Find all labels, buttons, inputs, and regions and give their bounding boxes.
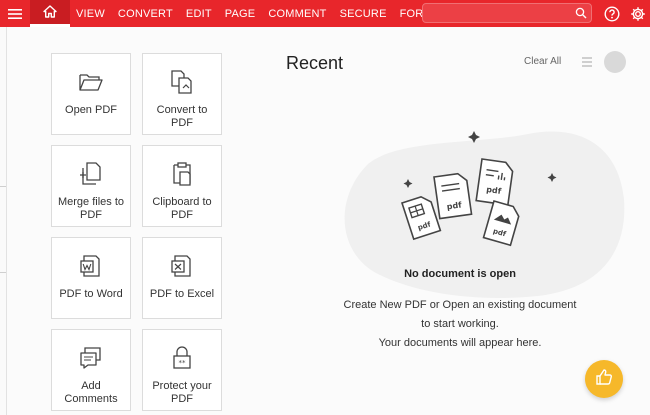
menu-view[interactable]: VIEW: [76, 8, 105, 20]
search-box[interactable]: [422, 3, 592, 23]
svg-text:**: **: [179, 359, 187, 367]
left-edge-panel: [0, 27, 7, 415]
avatar[interactable]: [604, 51, 626, 73]
menu-edit[interactable]: EDIT: [186, 8, 212, 20]
home-tab[interactable]: [30, 0, 70, 27]
empty-state-text: Your documents will appear here.: [378, 337, 542, 349]
pdf-file-icon: pdf: [400, 195, 442, 241]
menu-convert[interactable]: CONVERT: [118, 8, 173, 20]
pdf-to-word-tile[interactable]: PDF to Word: [51, 237, 131, 319]
pdf-file-icon: pdf: [482, 200, 520, 247]
empty-state-title: No document is open: [404, 268, 516, 280]
tile-label: Open PDF: [65, 104, 117, 116]
tile-label: Clipboard to PDF: [152, 196, 212, 221]
clear-all-button[interactable]: Clear All: [524, 56, 561, 67]
home-icon: [43, 4, 57, 23]
merge-files-tile[interactable]: Merge files to PDF: [51, 145, 131, 227]
gear-icon[interactable]: [627, 4, 649, 24]
divider: [0, 272, 6, 273]
convert-icon: [169, 68, 195, 96]
merge-icon: [78, 160, 104, 188]
comment-icon: [78, 344, 104, 372]
pdf-to-excel-tile[interactable]: PDF to Excel: [142, 237, 222, 319]
documents-illustration: pdf pdf pdf pdf: [400, 131, 557, 247]
empty-state-text: to start working.: [421, 318, 499, 330]
sparkle-icon: [547, 173, 557, 182]
feedback-button[interactable]: [585, 360, 623, 398]
open-folder-icon: [78, 68, 104, 96]
recent-title: Recent: [286, 53, 344, 73]
hamburger-icon[interactable]: [2, 0, 28, 27]
lock-icon: **: [169, 344, 195, 372]
excel-icon: [169, 252, 195, 280]
main-menu: VIEW CONVERT EDIT PAGE COMMENT SECURE FO…: [76, 0, 475, 27]
tile-label: Convert to PDF: [156, 104, 208, 129]
sparkle-icon: [403, 179, 413, 188]
menu-secure[interactable]: SECURE: [340, 8, 387, 20]
top-toolbar: VIEW CONVERT EDIT PAGE COMMENT SECURE FO…: [0, 0, 650, 27]
pdf-file-icon: pdf: [475, 158, 514, 206]
help-icon[interactable]: [602, 4, 622, 24]
search-icon[interactable]: [575, 6, 587, 24]
clipboard-icon: [169, 160, 195, 188]
search-input[interactable]: [429, 5, 573, 23]
menu-page[interactable]: PAGE: [225, 8, 256, 20]
list-view-icon[interactable]: [580, 55, 594, 69]
empty-state-text: Create New PDF or Open an existing docum…: [343, 299, 577, 311]
add-comments-tile[interactable]: Add Comments: [51, 329, 131, 411]
tile-label: PDF to Word: [59, 288, 123, 300]
protect-pdf-tile[interactable]: ** Protect your PDF: [142, 329, 222, 411]
open-pdf-tile[interactable]: Open PDF: [51, 53, 131, 135]
tile-label: Protect your PDF: [152, 380, 212, 405]
divider: [0, 186, 6, 187]
pdf-file-icon: pdf: [433, 172, 473, 220]
convert-to-pdf-tile[interactable]: Convert to PDF: [142, 53, 222, 135]
tile-label: PDF to Excel: [149, 288, 215, 300]
clipboard-to-pdf-tile[interactable]: Clipboard to PDF: [142, 145, 222, 227]
tile-label: Merge files to PDF: [57, 196, 125, 221]
menu-comment[interactable]: COMMENT: [268, 8, 326, 20]
word-icon: [78, 252, 104, 280]
sparkle-icon: [468, 131, 480, 143]
thumbs-up-icon: [595, 368, 613, 391]
tile-label: Add Comments: [64, 380, 118, 405]
